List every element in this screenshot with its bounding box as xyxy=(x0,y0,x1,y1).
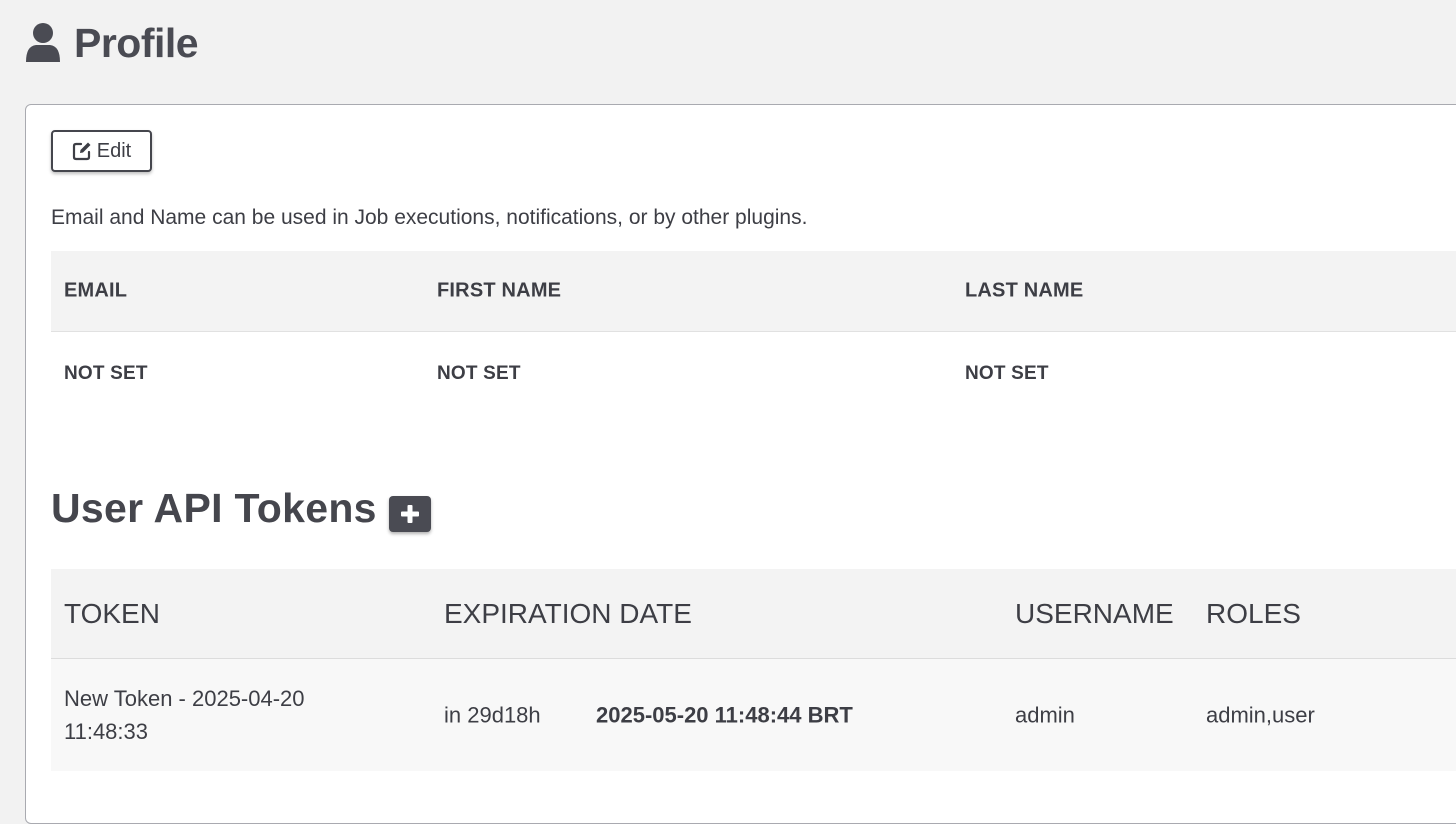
tokens-table: TOKEN EXPIRATION DATE USERNAME ROLES New… xyxy=(51,569,1456,771)
edit-button[interactable]: Edit xyxy=(51,130,152,172)
add-token-button[interactable] xyxy=(388,495,431,532)
token-roles: admin,user xyxy=(1206,702,1315,728)
tokens-heading: User API Tokens xyxy=(51,485,431,532)
column-last-name: LAST NAME xyxy=(965,279,1084,302)
table-row: New Token - 2025-04-20 11:48:33 in 29d18… xyxy=(51,659,1456,771)
column-token: TOKEN xyxy=(64,597,160,629)
profile-card: Edit Email and Name can be used in Job e… xyxy=(25,104,1456,824)
last-name-value: NOT SET xyxy=(965,363,1049,384)
column-expiration-date: EXPIRATION DATE xyxy=(444,597,692,629)
first-name-value: NOT SET xyxy=(437,363,521,384)
page-header: Profile xyxy=(24,18,199,68)
column-first-name: FIRST NAME xyxy=(437,279,562,302)
edit-button-label: Edit xyxy=(96,139,132,162)
token-expires-in: in 29d18h xyxy=(444,702,541,728)
edit-icon xyxy=(72,141,92,161)
token-name: New Token - 2025-04-20 11:48:33 xyxy=(64,686,305,744)
tokens-title: User API Tokens xyxy=(51,485,377,531)
user-icon xyxy=(24,22,62,64)
tokens-table-header: TOKEN EXPIRATION DATE USERNAME ROLES xyxy=(51,569,1456,659)
plus-icon xyxy=(399,503,421,525)
token-username: admin xyxy=(1015,702,1075,728)
page-title: Profile xyxy=(74,19,199,66)
profile-table: EMAIL FIRST NAME LAST NAME NOT SET NOT S… xyxy=(51,251,1456,416)
profile-table-header: EMAIL FIRST NAME LAST NAME xyxy=(51,251,1456,332)
column-roles: ROLES xyxy=(1206,597,1301,629)
profile-help-text: Email and Name can be used in Job execut… xyxy=(51,206,808,229)
column-username: USERNAME xyxy=(1015,597,1174,629)
token-expiration-date: 2025-05-20 11:48:44 BRT xyxy=(596,702,853,728)
profile-table-row: NOT SET NOT SET NOT SET xyxy=(51,332,1456,416)
column-email: EMAIL xyxy=(64,279,128,302)
email-value: NOT SET xyxy=(64,363,148,384)
